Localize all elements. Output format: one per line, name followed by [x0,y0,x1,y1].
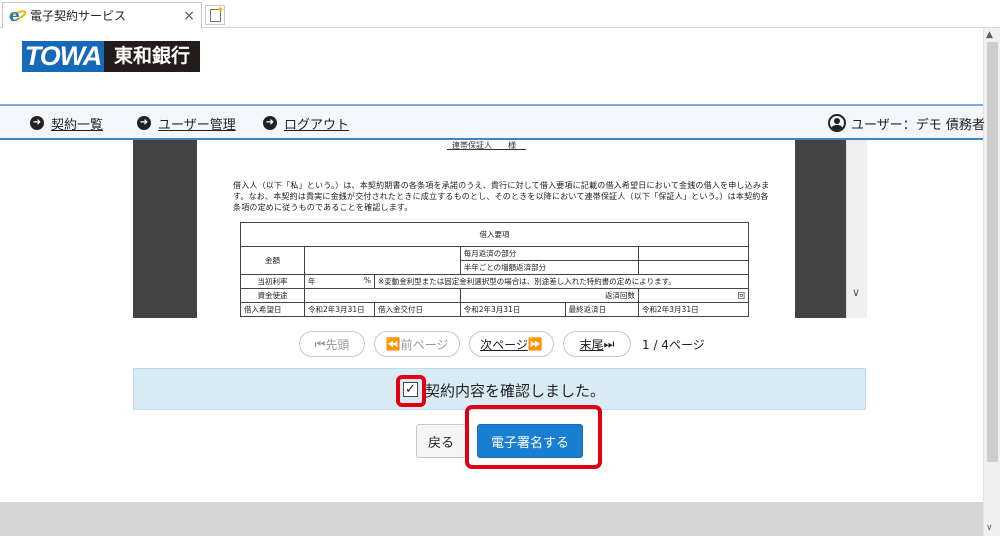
page-indicator: 1 / 4ページ [642,337,705,352]
new-tab-button[interactable]: ✦ [205,5,225,25]
back-button[interactable]: 戻る [416,424,466,458]
prev-page-label: 前ページ [400,337,449,352]
cell-row5-f: 令和2年3月31日 [638,302,749,317]
sign-button-highlight-frame [465,405,602,469]
scrollbar-thumb[interactable] [987,42,998,462]
bonus-value [638,260,749,275]
monthly-label: 毎月返済の部分 [459,246,640,261]
skip-last-icon: ⏭ [603,336,615,351]
browser-tab-title: 電子契約サービス [30,9,127,23]
chevron-down-icon[interactable]: ∨ [852,286,860,299]
scroll-up-arrow-icon[interactable]: ▲ [986,30,993,40]
skip-first-icon: ⏮ [314,336,326,351]
prev-page-button[interactable]: ⏪ 前ページ [374,331,460,357]
confirm-box: ✓ 契約内容を確認しました。 [133,368,866,410]
arrow-right-circle-icon: ➜ [263,116,277,130]
monthly-value [638,246,749,261]
repay-count-label: 返済回数 [459,288,640,303]
main-nav-bar: ➜ 契約一覧 ➜ ユーザー管理 ➜ ログアウト ユーザー：デモ 債務者 [0,104,985,140]
table-title: 借入要項 [240,222,749,247]
purpose-value [304,288,461,303]
nav-contract-list-label[interactable]: 契約一覧 [51,114,103,133]
logo-bank-name: 東和銀行 [104,41,200,72]
arrow-right-circle-icon: ➜ [30,116,44,130]
page-navigation: ⏮ 先頭 ⏪ 前ページ 次ページ ⏩ 末尾 ⏭ 1 / 4ページ [299,330,705,358]
contract-intro-text: 借入人（以下「私」という。）は、本契約期書の各条項を承諾のうえ、貴行に対して借入… [233,181,770,212]
logo-towa-text: TOWA [22,41,104,72]
first-page-button[interactable]: ⏮ 先頭 [299,331,365,357]
cell-row5-c: 借入金交付日 [374,302,461,317]
last-page-button[interactable]: 末尾 ⏭ [563,331,631,357]
nav-user-management[interactable]: ➜ ユーザー管理 [137,106,236,140]
repay-count-unit: 回 [638,288,749,303]
cell-row5-b: 令和2年3月31日 [304,302,375,317]
document-viewer: 連帯保証人 様 借入人（以下「私」という。）は、本契約期書の各条項を承諾のうえ、… [133,140,867,318]
page-footer [0,502,983,536]
nav-contract-list[interactable]: ➜ 契約一覧 [30,106,103,140]
next-page-button[interactable]: 次ページ ⏩ [469,331,554,357]
cell-row5-d: 令和2年3月31日 [459,302,566,317]
confirm-label[interactable]: 契約内容を確認しました。 [425,380,605,401]
bank-logo: TOWA 東和銀行 [22,41,200,72]
cell-row5-e: 最終返済日 [564,302,640,317]
browser-tab-strip: e 電子契約サービス × ✦ [0,0,1000,28]
rate-year: 年 [308,277,316,286]
nav-logout-label[interactable]: ログアウト [284,114,349,133]
contract-page: 連帯保証人 様 借入人（以下「私」という。）は、本契約期書の各条項を承諾のうえ、… [197,140,795,318]
browser-tab[interactable]: e 電子契約サービス × [2,2,202,28]
close-tab-icon[interactable]: × [183,8,195,24]
amount-label: 金額 [240,246,305,275]
viewer-scrollbar[interactable]: ∨ [846,140,867,318]
rate-note: ※変動金利型または固定金利選択型の場合は、別途差し入れた特約書の定めによります。 [374,274,749,289]
amount-value [304,246,461,275]
purpose-label: 資金使途 [240,288,305,303]
window-scrollbar[interactable]: ▲ ∨ [983,28,1000,536]
nav-logout[interactable]: ➜ ログアウト [263,106,349,140]
bonus-label: 半年ごとの増額返済部分 [459,260,640,275]
loan-terms-table: 借入要項 金額 毎月返済の部分 半年ごとの増額返済部分 当初利率 年 % ※変動… [240,222,749,317]
guarantor-line: 連帯保証人 様 [447,141,526,150]
arrow-right-circle-icon: ➜ [137,116,151,130]
checkbox-highlight-frame [396,375,426,407]
next-page-label: 次ページ [480,337,528,352]
user-avatar-icon [828,114,846,132]
scroll-down-chevron-icon[interactable]: ∨ [986,523,993,533]
current-user: ユーザー：デモ 債務者 [828,106,985,140]
first-page-label: 先頭 [325,337,350,352]
rate-label: 当初利率 [240,274,305,289]
rate-percent: % [363,276,371,285]
rewind-icon: ⏪ [385,337,401,351]
sparkle-icon: ✦ [216,5,225,16]
cell-row5-a: 借入希望日 [240,302,305,317]
current-user-label: ユーザー：デモ 債務者 [851,117,985,133]
last-page-label: 末尾 [579,337,604,352]
ie-browser-icon: e [6,6,28,26]
fast-forward-icon: ⏩ [527,337,543,351]
nav-user-management-label[interactable]: ユーザー管理 [158,114,236,133]
